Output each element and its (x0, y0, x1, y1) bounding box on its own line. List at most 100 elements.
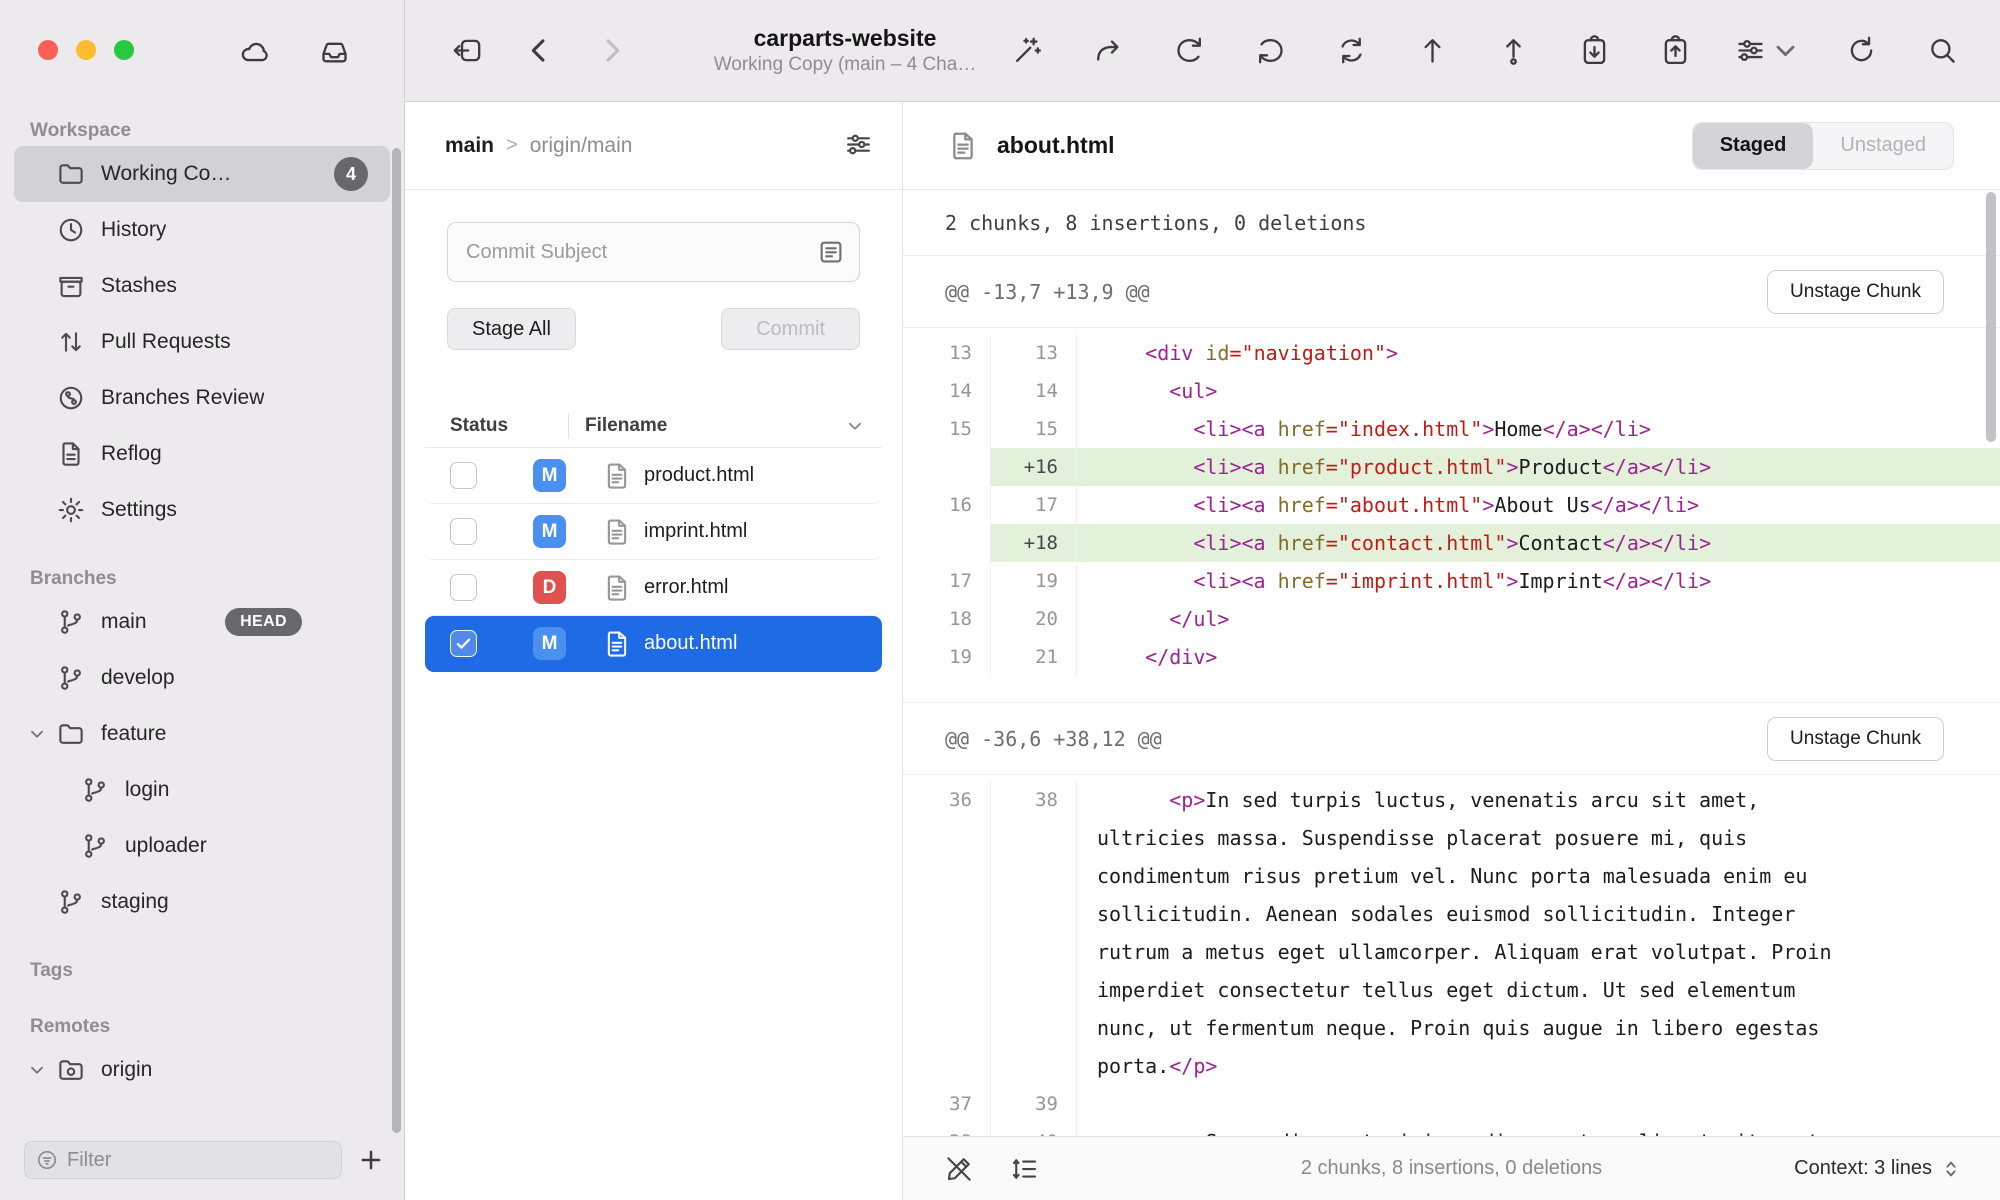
filter-input[interactable] (67, 1149, 331, 1172)
window-zoom-button[interactable] (114, 40, 134, 60)
new-line-number: 17 (991, 486, 1077, 524)
sort-chevron-icon[interactable] (844, 415, 866, 437)
devices-button[interactable] (312, 30, 356, 74)
sidebar-item-main[interactable]: main HEAD (14, 594, 390, 650)
breadcrumb-local-branch[interactable]: main (445, 134, 494, 158)
new-line-number: 40 (991, 1123, 1077, 1136)
file-checkbox[interactable] (450, 518, 477, 545)
line-wrap-button[interactable] (1005, 1149, 1045, 1189)
chevron-down-icon (26, 1059, 48, 1081)
push-tags-button[interactable] (1491, 29, 1535, 73)
file-row-product-html[interactable]: Mproduct.html (425, 448, 882, 504)
traffic-lights (38, 40, 134, 60)
refresh-button[interactable] (1839, 29, 1883, 73)
open-repository-button[interactable] (445, 29, 489, 73)
sidebar-section-remotes: Remotesorigin (14, 1012, 390, 1098)
window-close-button[interactable] (38, 40, 58, 60)
head-badge: HEAD (225, 608, 302, 636)
window-minimize-button[interactable] (76, 40, 96, 60)
sidebar-section-workspace: WorkspaceWorking Co…4HistoryStashesPull … (14, 116, 390, 538)
diff-filename: about.html (997, 132, 1115, 159)
sync-button[interactable] (1329, 29, 1373, 73)
forward-icon (595, 34, 628, 67)
share-button[interactable] (1086, 29, 1130, 73)
chunk-header: @@ -36,6 +38,12 @@Unstage Chunk (903, 703, 2000, 775)
diff-line: 3638 <p>In sed turpis luctus, venenatis … (903, 781, 2000, 1085)
file-row-about-html[interactable]: Mabout.html (425, 616, 882, 672)
stash-button[interactable] (1572, 29, 1616, 73)
sidebar-item-label: Working Co… (101, 162, 231, 186)
forward-button[interactable] (589, 29, 633, 73)
file-checkbox[interactable] (450, 462, 477, 489)
new-line-number: +16 (991, 448, 1077, 486)
staged-segmented-control: Staged Unstaged (1692, 122, 1954, 170)
sidebar-item-branches-review[interactable]: Branches Review (14, 370, 390, 426)
new-line-number: +18 (991, 524, 1077, 562)
new-line-number: 19 (991, 562, 1077, 600)
sidebar-item-feature[interactable]: feature (14, 706, 390, 762)
file-checkbox[interactable] (450, 630, 477, 657)
old-line-number (903, 448, 991, 486)
push-icon (1416, 34, 1449, 67)
sidebar-item-working-co[interactable]: Working Co…4 (14, 146, 390, 202)
unstage-chunk-button[interactable]: Unstage Chunk (1767, 270, 1944, 314)
new-line-number: 13 (991, 334, 1077, 372)
filter-field[interactable] (24, 1141, 342, 1179)
sidebar-item-label: Settings (101, 498, 177, 522)
sidebar-item-label: staging (101, 890, 169, 914)
diff-code-line: <li><a href="about.html">About Us</a></l… (1077, 486, 2000, 524)
sidebar-item-reflog[interactable]: Reflog (14, 426, 390, 482)
doc-icon (56, 439, 86, 469)
context-stepper[interactable] (1940, 1156, 1962, 1182)
tab-staged[interactable]: Staged (1693, 123, 1814, 169)
pull-icon (1254, 34, 1287, 67)
branch-breadcrumb: main > origin/main (405, 102, 902, 190)
toolbar-actions (1005, 29, 1964, 73)
commit-button[interactable]: Commit (721, 308, 860, 350)
hide-whitespace-button[interactable] (939, 1149, 979, 1189)
search-button[interactable] (1920, 29, 1964, 73)
back-button[interactable] (517, 29, 561, 73)
add-repository-button[interactable] (348, 1137, 394, 1183)
unstage-chunk-button[interactable]: Unstage Chunk (1767, 717, 1944, 761)
toolbar-nav (517, 29, 633, 73)
stage-all-button[interactable]: Stage All (447, 308, 576, 350)
pull-button[interactable] (1248, 29, 1292, 73)
sidebar-scrollbar[interactable] (392, 148, 401, 1133)
sidebar-item-settings[interactable]: Settings (14, 482, 390, 538)
chevron-down-icon (26, 723, 48, 745)
file-row-imprint-html[interactable]: Mimprint.html (425, 504, 882, 560)
breadcrumb-remote-branch[interactable]: origin/main (530, 134, 633, 158)
old-line-number: 16 (903, 486, 991, 524)
context-lines-label: Context: 3 lines (1794, 1157, 1932, 1180)
tab-unstaged[interactable]: Unstaged (1813, 123, 1953, 169)
sidebar-item-history[interactable]: History (14, 202, 390, 258)
sidebar-item-pull-requests[interactable]: Pull Requests (14, 314, 390, 370)
sidebar-item-stashes[interactable]: Stashes (14, 258, 390, 314)
push-button[interactable] (1410, 29, 1454, 73)
quick-actions-button[interactable] (1005, 29, 1049, 73)
list-options-button[interactable] (843, 129, 874, 163)
file-checkbox[interactable] (450, 574, 477, 601)
view-options-button[interactable] (1734, 29, 1802, 73)
sidebar-item-origin[interactable]: origin (14, 1042, 390, 1098)
file-page-icon (602, 627, 632, 661)
sidebar-item-staging[interactable]: staging (14, 874, 390, 930)
sidebar-item-uploader[interactable]: uploader (14, 818, 390, 874)
file-row-error-html[interactable]: Derror.html (425, 560, 882, 616)
sidebar-item-develop[interactable]: develop (14, 650, 390, 706)
diff-chunk-2: @@ -36,6 +38,12 @@Unstage Chunk3638 <p>I… (903, 702, 2000, 1136)
diff-scrollbar[interactable] (1986, 192, 1996, 442)
pop-stash-button[interactable] (1653, 29, 1697, 73)
cloud-button[interactable] (232, 30, 276, 74)
commit-subject-input[interactable] (447, 222, 860, 282)
column-status[interactable]: Status (450, 415, 568, 437)
fetch-button[interactable] (1167, 29, 1211, 73)
column-filename[interactable]: Filename (585, 415, 667, 437)
wand-icon (1011, 34, 1044, 67)
sidebar-item-label: Branches Review (101, 386, 264, 410)
sidebar-item-login[interactable]: login (14, 762, 390, 818)
sidebar-item-label: feature (101, 722, 166, 746)
sidebar-item-label: main (101, 610, 147, 634)
diff-code-line: <li><a href="imprint.html">Imprint</a></… (1077, 562, 2000, 600)
